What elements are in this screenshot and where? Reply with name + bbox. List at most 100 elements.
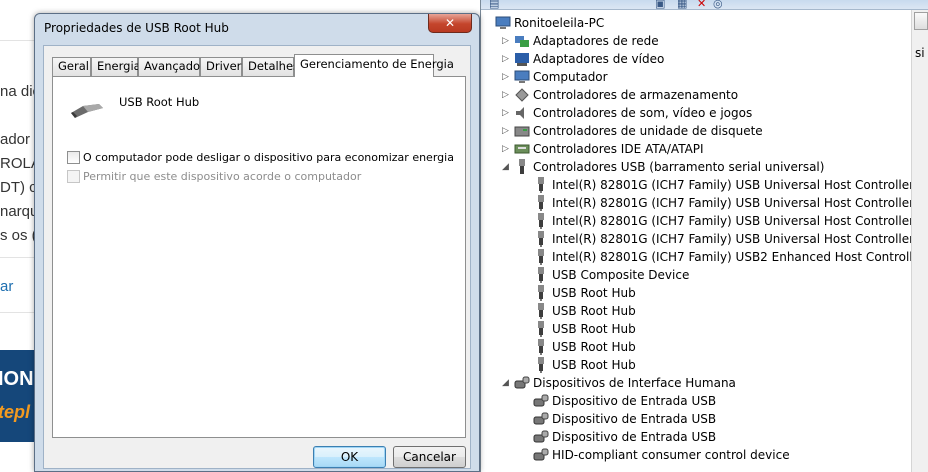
toolbar-icon[interactable]: ▤ (489, 0, 499, 10)
tree-device[interactable]: USB Root Hub (521, 320, 636, 338)
background-text-line: DT) c (0, 179, 37, 196)
uninstall-icon[interactable]: ✕ (697, 0, 706, 10)
tree-item-label: Intel(R) 82801G (ICH7 Family) USB2 Enhan… (552, 250, 928, 264)
background-text-line: narqu (0, 203, 39, 220)
divider (0, 257, 36, 258)
background-link[interactable]: ar (0, 278, 13, 295)
tree-device[interactable]: USB Composite Device (521, 266, 689, 284)
background-text-line: ador (0, 131, 31, 148)
tree-category[interactable]: ▷ Controladores de armazenamento (502, 86, 738, 104)
tree-item-label: Controladores de armazenamento (533, 88, 739, 102)
tree-category[interactable]: ◢ Controladores USB (barramento serial un… (502, 158, 824, 176)
toolbar-icon[interactable]: ▣ (655, 0, 665, 10)
tree-device[interactable]: HID-compliant consumer control device (521, 446, 790, 464)
computer-icon (514, 69, 530, 85)
expand-arrow-icon[interactable]: ▷ (502, 140, 514, 158)
tree-device[interactable]: Intel(R) 82801G (ICH7 Family) USB Univer… (521, 194, 928, 212)
device-manager-toolbar: ▤ ▣ ▦ ✕ ◎ (481, 0, 928, 10)
scroll-up-button[interactable] (914, 12, 928, 30)
allow-power-off-label: O computador pode desligar o dispositivo… (83, 151, 454, 164)
hid-icon (533, 411, 549, 427)
hid-icon (514, 375, 530, 391)
tree-item-label: USB Composite Device (552, 268, 690, 282)
expand-arrow-icon[interactable]: ▷ (502, 86, 514, 104)
usb-plug-icon (533, 320, 549, 337)
expand-arrow-icon[interactable]: ▷ (502, 68, 514, 86)
tree-device[interactable]: Dispositivo de Entrada USB (521, 410, 716, 428)
usb-plug-icon (533, 176, 549, 193)
cancel-button[interactable]: Cancelar (393, 446, 466, 468)
tree-device[interactable]: USB Root Hub (521, 356, 636, 374)
tree-device[interactable]: Intel(R) 82801G (ICH7 Family) USB Univer… (521, 212, 928, 230)
tree-device[interactable]: USB Root Hub (521, 302, 636, 320)
device-manager-window: ▤ ▣ ▦ ✕ ◎ Ronitoeleila-PC ▷ Adaptadores de… (480, 0, 928, 472)
tree-device[interactable]: Intel(R) 82801G (ICH7 Family) USB2 Enhan… (521, 248, 928, 266)
tree-category[interactable]: ▷ Computador (502, 68, 608, 86)
usb-plug-icon (533, 248, 549, 265)
scan-hardware-icon[interactable]: ◎ (713, 0, 723, 10)
allow-wake-label: Permitir que este dispositivo acorde o c… (83, 170, 362, 183)
tree-device[interactable]: Intel(R) 82801G (ICH7 Family) USB Univer… (521, 176, 928, 194)
usb-plug-icon (533, 284, 549, 301)
tree-item-label: HID-compliant consumer control device (552, 448, 790, 462)
tree-device[interactable]: Dispositivo de Entrada USB (521, 428, 716, 446)
expand-arrow-icon[interactable]: ▷ (502, 32, 514, 50)
tree-category[interactable]: ▷ Controladores de som, vídeo e jogos (502, 104, 752, 122)
tree-item-label: Intel(R) 82801G (ICH7 Family) USB Univer… (552, 196, 928, 210)
tree-item-label: Adaptadores de vídeo (533, 52, 665, 66)
expand-arrow-icon[interactable]: ▷ (502, 104, 514, 122)
update-driver-icon[interactable]: ▦ (677, 0, 687, 10)
hid-icon (533, 447, 549, 463)
tree-category[interactable]: ▷ Adaptadores de vídeo (502, 50, 664, 68)
tree-category[interactable]: ◢ Dispositivos de Interface Humana (502, 374, 736, 392)
allow-power-off-option[interactable]: O computador pode desligar o dispositivo… (67, 150, 454, 164)
dialog-title: Propriedades de USB Root Hub (44, 21, 229, 35)
tree-category[interactable]: ▷ Adaptadores de rede (502, 32, 659, 50)
background-banner-ad[interactable]: ION tepl (0, 350, 36, 442)
usb-plug-icon (533, 338, 549, 355)
floppy-controller-icon (514, 123, 530, 139)
tree-item-label: USB Root Hub (552, 286, 636, 300)
usb-plug-icon (533, 302, 549, 319)
tree-item-label: Dispositivos de Interface Humana (533, 376, 736, 390)
tab-driver[interactable]: Driver (200, 57, 242, 76)
tree-root[interactable]: Ronitoeleila-PC (483, 14, 604, 32)
expand-arrow-icon[interactable]: ▷ (502, 122, 514, 140)
tree-item-label: USB Root Hub (552, 358, 636, 372)
tree-item-label: Intel(R) 82801G (ICH7 Family) USB Univer… (552, 214, 928, 228)
close-button[interactable]: ✕ (428, 14, 472, 33)
hid-icon (533, 393, 549, 409)
tab-gerenciamento-de-energia[interactable]: Gerenciamento de Energia (294, 54, 454, 77)
tab-geral[interactable]: Geral (52, 57, 91, 76)
divider (0, 312, 36, 313)
dialog-body: Geral Energia Avançado Driver Detalhes G… (43, 45, 471, 469)
tree-device[interactable]: USB Root Hub (521, 338, 636, 356)
allow-power-off-checkbox[interactable] (67, 150, 80, 164)
tab-avancado[interactable]: Avançado (138, 57, 200, 76)
tree-device[interactable]: USB Root Hub (521, 284, 636, 302)
device-name: USB Root Hub (119, 95, 200, 109)
tree-item-label: Intel(R) 82801G (ICH7 Family) USB Univer… (552, 232, 928, 246)
vertical-scrollbar[interactable]: si (911, 10, 928, 472)
tree-item-label: Dispositivo de Entrada USB (552, 394, 717, 408)
tree-device[interactable]: Intel(R) 82801G (ICH7 Family) USB Univer… (521, 230, 928, 248)
collapse-arrow-icon[interactable]: ◢ (502, 374, 514, 392)
clipped-side-text: si (915, 46, 925, 60)
tree-device[interactable]: Dispositivo de Entrada USB (521, 392, 716, 410)
tree-item-label: Computador (533, 70, 608, 84)
tree-category[interactable]: ▷ Controladores IDE ATA/ATAPI (502, 140, 704, 158)
display-adapter-icon (514, 51, 530, 67)
tab-detalhes[interactable]: Detalhes (242, 57, 299, 76)
properties-dialog: Propriedades de USB Root Hub ✕ Geral Ene… (34, 13, 480, 472)
expand-arrow-icon[interactable]: ▷ (502, 50, 514, 68)
usb-plug-icon (533, 230, 549, 247)
divider (0, 40, 36, 41)
ok-button[interactable]: OK (313, 446, 386, 468)
tree-item-label: Dispositivo de Entrada USB (552, 430, 717, 444)
collapse-arrow-icon[interactable]: ◢ (502, 158, 514, 176)
network-adapter-icon (514, 33, 530, 49)
tab-energia[interactable]: Energia (91, 57, 141, 76)
usb-plug-icon (533, 266, 549, 283)
banner-subtext: tepl (0, 402, 31, 422)
tree-category[interactable]: ▷ Controladores de unidade de disquete (502, 122, 763, 140)
